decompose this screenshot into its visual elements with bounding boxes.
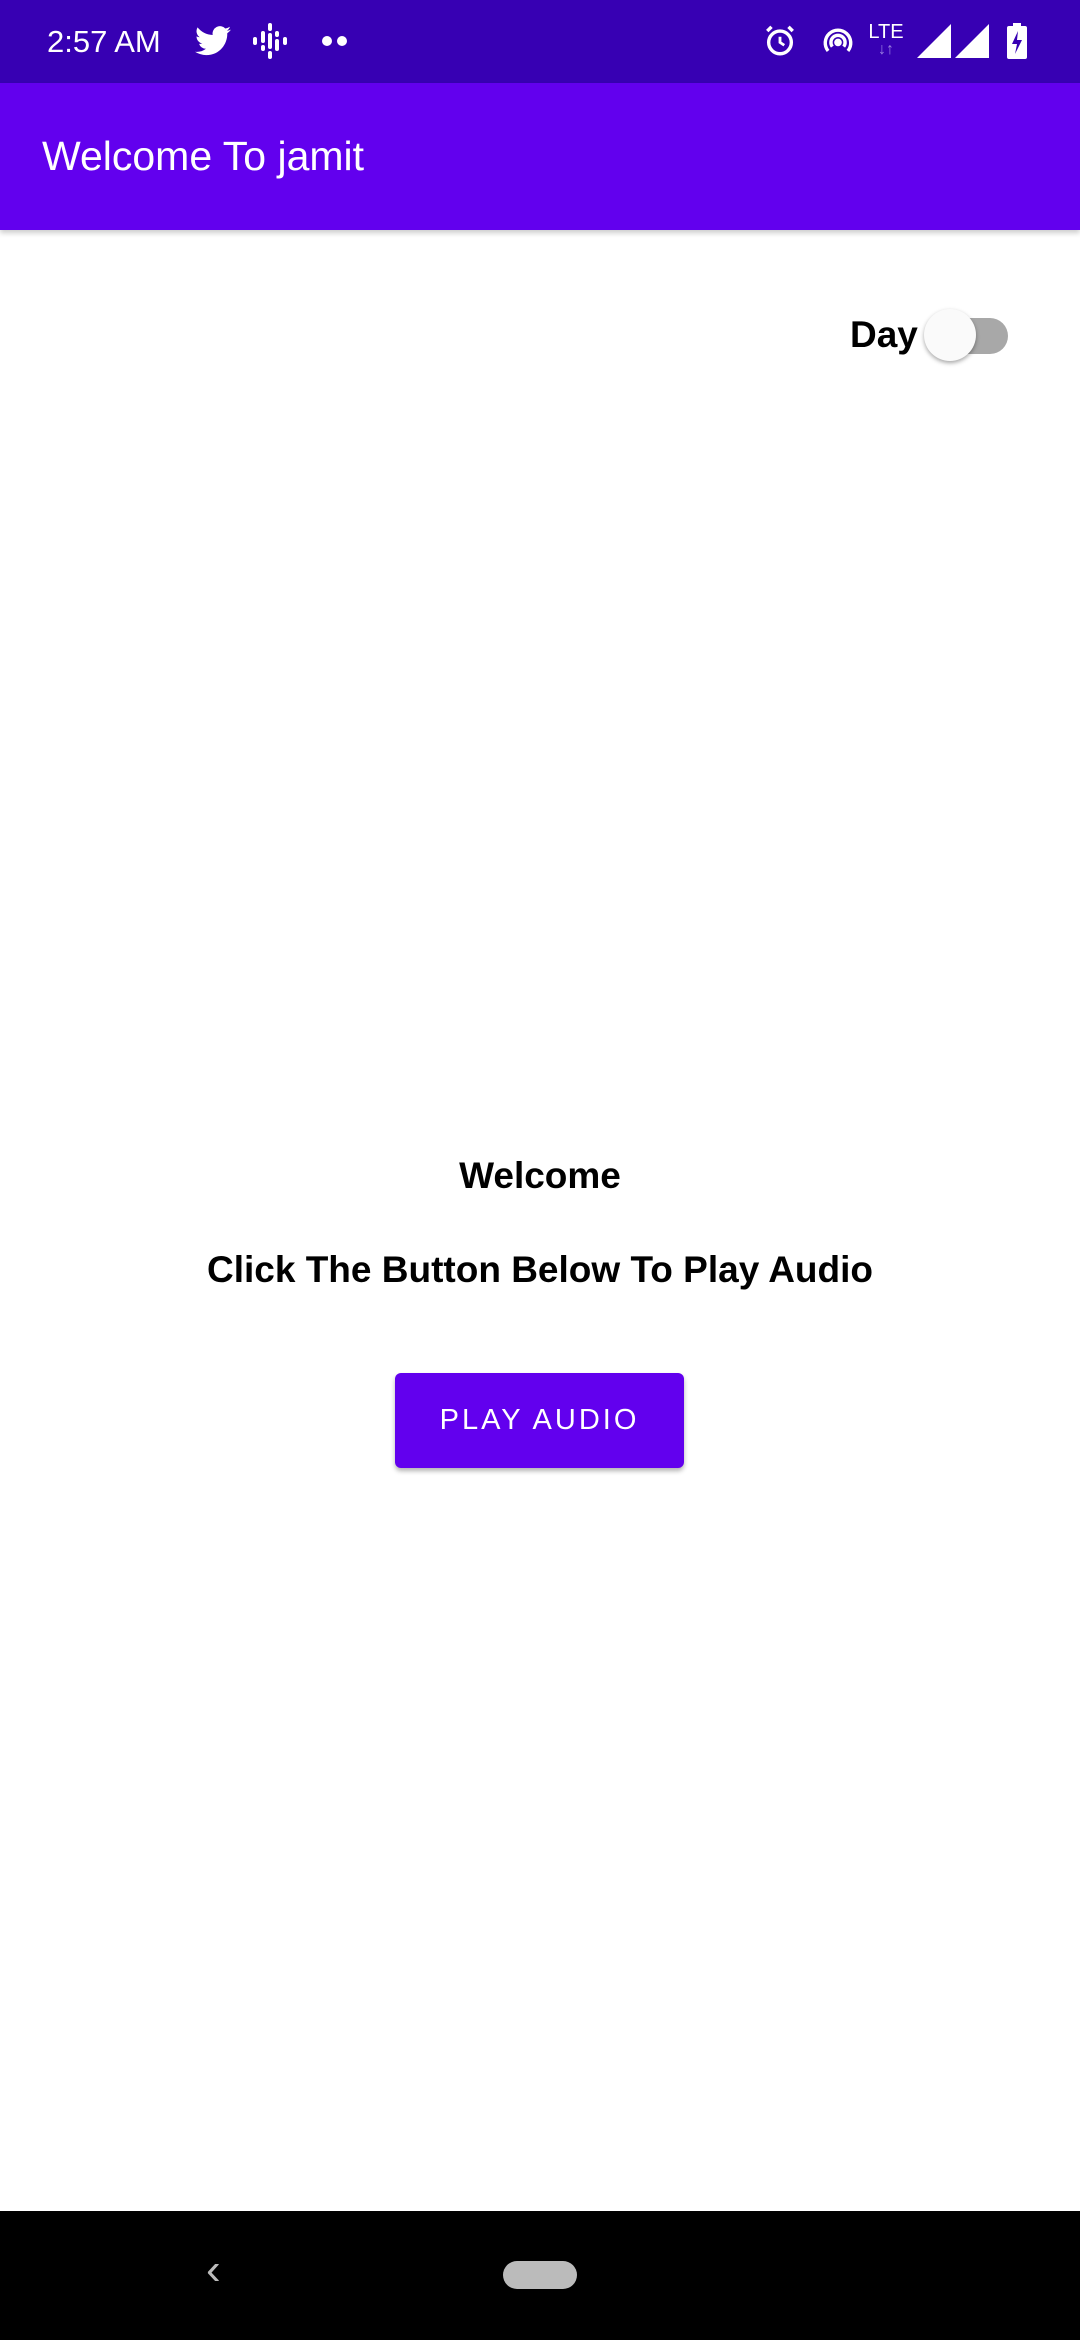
twitter-icon bbox=[193, 22, 233, 60]
welcome-heading: Welcome bbox=[459, 1155, 621, 1196]
switch-thumb bbox=[924, 309, 976, 361]
app-bar: Welcome To jamit bbox=[0, 83, 1080, 230]
play-audio-button[interactable]: PLAY AUDIO bbox=[395, 1373, 684, 1468]
battery-charging-icon bbox=[1002, 22, 1032, 60]
navigation-bar: ‹ bbox=[0, 2211, 1080, 2340]
status-bar: 2:57 AM LTE ↓↑ bbox=[0, 0, 1080, 83]
signal-icon bbox=[954, 22, 990, 60]
app-title: Welcome To jamit bbox=[42, 133, 365, 179]
back-icon[interactable]: ‹ bbox=[206, 2245, 221, 2295]
podcast-icon bbox=[250, 22, 290, 60]
day-night-switch[interactable] bbox=[922, 306, 1016, 366]
alarm-icon bbox=[762, 22, 798, 60]
home-pill-icon[interactable] bbox=[503, 2261, 577, 2289]
theme-toggle-label: Day bbox=[850, 314, 918, 355]
hotspot-icon bbox=[820, 22, 856, 60]
signal-icon bbox=[916, 22, 952, 60]
instruction-text: Click The Button Below To Play Audio bbox=[206, 1249, 874, 1290]
lte-icon: LTE ↓↑ bbox=[868, 21, 904, 58]
more-dots-icon bbox=[318, 22, 352, 60]
status-time: 2:57 AM bbox=[47, 24, 161, 59]
